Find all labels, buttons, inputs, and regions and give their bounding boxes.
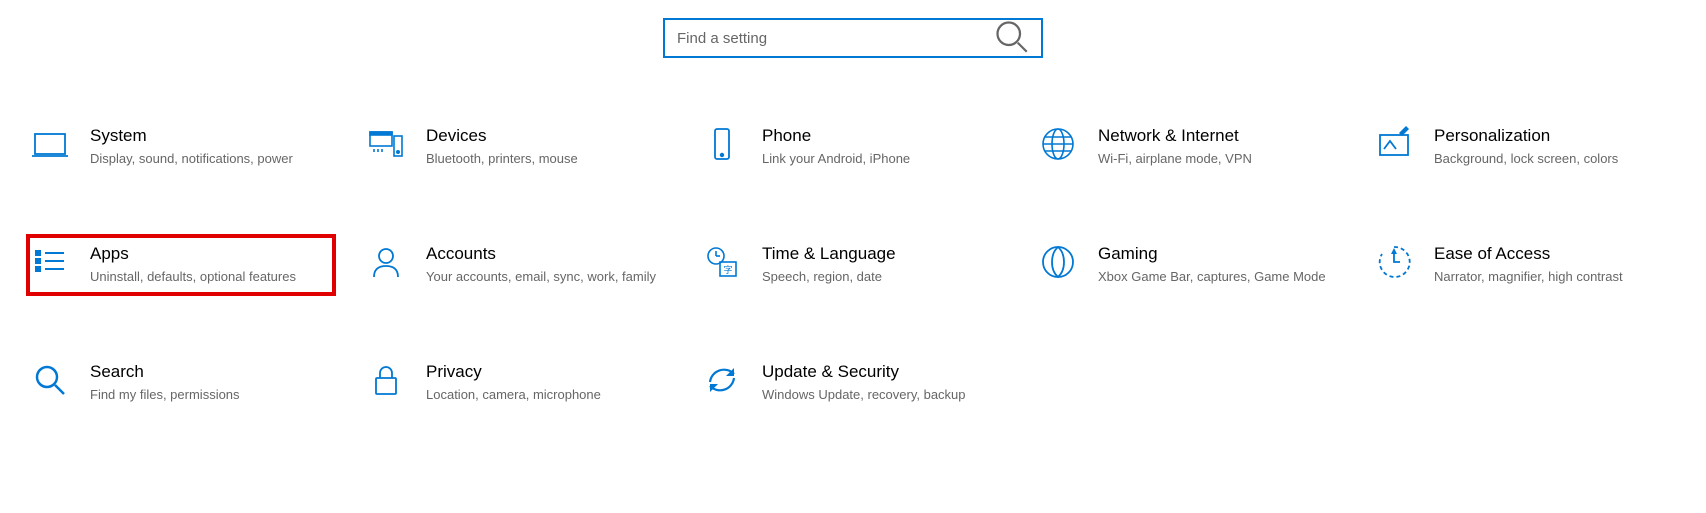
tile-description: Find my files, permissions [90, 386, 240, 404]
tile-description: Link your Android, iPhone [762, 150, 910, 168]
tile-description: Narrator, magnifier, high contrast [1434, 268, 1623, 286]
tile-title: Phone [762, 126, 910, 146]
tile-description: Windows Update, recovery, backup [762, 386, 966, 404]
tile-title: Update & Security [762, 362, 966, 382]
tile-title: Devices [426, 126, 578, 146]
settings-tile-privacy[interactable]: Privacy Location, camera, microphone [364, 354, 670, 412]
system-icon [32, 126, 68, 162]
tile-description: Wi-Fi, airplane mode, VPN [1098, 150, 1252, 168]
svg-text:字: 字 [723, 264, 732, 275]
tile-title: System [90, 126, 293, 146]
time-icon: 字 [704, 244, 740, 280]
devices-icon [368, 126, 404, 162]
apps-icon [32, 244, 68, 280]
settings-tile-devices[interactable]: Devices Bluetooth, printers, mouse [364, 118, 670, 176]
tile-title: Gaming [1098, 244, 1326, 264]
tile-title: Search [90, 362, 240, 382]
tile-title: Network & Internet [1098, 126, 1252, 146]
settings-tile-phone[interactable]: Phone Link your Android, iPhone [700, 118, 1006, 176]
privacy-icon [368, 362, 404, 398]
gaming-icon [1040, 244, 1076, 280]
tile-description: Speech, region, date [762, 268, 896, 286]
search-icon [32, 362, 68, 398]
search-input[interactable] [677, 30, 993, 47]
settings-tile-system[interactable]: System Display, sound, notifications, pow… [28, 118, 334, 176]
search-box[interactable] [663, 18, 1043, 58]
settings-tile-search[interactable]: Search Find my files, permissions [28, 354, 334, 412]
tile-description: Location, camera, microphone [426, 386, 601, 404]
personalization-icon [1376, 126, 1412, 162]
tile-title: Accounts [426, 244, 656, 264]
update-icon [704, 362, 740, 398]
phone-icon [704, 126, 740, 162]
settings-tile-update[interactable]: Update & Security Windows Update, recover… [700, 354, 1006, 412]
tile-description: Your accounts, email, sync, work, family [426, 268, 656, 286]
tile-title: Personalization [1434, 126, 1618, 146]
network-icon [1040, 126, 1076, 162]
settings-tile-gaming[interactable]: Gaming Xbox Game Bar, captures, Game Mode [1036, 236, 1342, 294]
tile-description: Xbox Game Bar, captures, Game Mode [1098, 268, 1326, 286]
accounts-icon [368, 244, 404, 280]
settings-tile-personalization[interactable]: Personalization Background, lock screen, … [1372, 118, 1678, 176]
tile-description: Background, lock screen, colors [1434, 150, 1618, 168]
tile-title: Apps [90, 244, 296, 264]
tile-title: Time & Language [762, 244, 896, 264]
tile-description: Uninstall, defaults, optional features [90, 268, 296, 286]
settings-tile-apps[interactable]: Apps Uninstall, defaults, optional featur… [28, 236, 334, 294]
search-icon [993, 18, 1029, 59]
settings-tile-network[interactable]: Network & Internet Wi-Fi, airplane mode, … [1036, 118, 1342, 176]
settings-tile-ease[interactable]: Ease of Access Narrator, magnifier, high … [1372, 236, 1678, 294]
tile-title: Privacy [426, 362, 601, 382]
ease-icon [1376, 244, 1412, 280]
tile-description: Bluetooth, printers, mouse [426, 150, 578, 168]
tile-description: Display, sound, notifications, power [90, 150, 293, 168]
settings-tile-time[interactable]: 字 Time & Language Speech, region, date [700, 236, 1006, 294]
tile-title: Ease of Access [1434, 244, 1623, 264]
settings-tile-accounts[interactable]: Accounts Your accounts, email, sync, work… [364, 236, 670, 294]
